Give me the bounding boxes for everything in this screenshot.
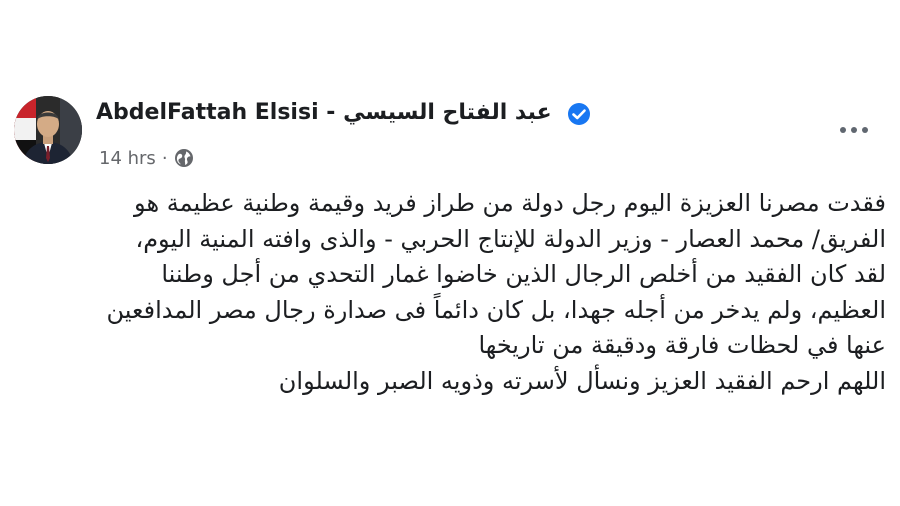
post-text-line: الفريق/ محمد العصار - وزير الدولة للإنتا…	[135, 224, 886, 253]
post-text-line: العظيم، ولم يدخر من أجله جهدا، بل كان دا…	[106, 295, 886, 324]
verified-badge-icon	[568, 103, 590, 125]
more-options-dot	[851, 127, 857, 133]
post-timestamp[interactable]: 14 hrs	[99, 148, 156, 169]
meta-separator: ·	[161, 147, 168, 169]
more-options-button[interactable]	[832, 118, 876, 142]
post-text-line: عنها في لحظات فارقة ودقيقة من تاريخها	[478, 331, 886, 359]
avatar-portrait-image	[14, 96, 82, 164]
post-text-line: فقدت مصرنا العزيزة اليوم رجل دولة من طرا…	[134, 189, 886, 217]
more-options-icon	[840, 127, 846, 133]
facebook-post: AbdelFattah Elsisi - عبد الفتاح السيسي 1…	[0, 0, 900, 506]
post-meta: 14 hrs ·	[99, 146, 194, 170]
post-text: فقدت مصرنا العزيزة اليوم رجل دولة من طرا…	[12, 186, 886, 399]
post-author-name[interactable]: AbdelFattah Elsisi - عبد الفتاح السيسي	[96, 100, 552, 125]
author-avatar[interactable]	[14, 96, 82, 164]
globe-icon[interactable]	[174, 148, 194, 168]
post-text-line: لقد كان الفقيد من أخلص الرجال الذين خاضو…	[161, 260, 886, 288]
post-text-line: اللهم ارحم الفقيد العزيز ونسأل لأسرته وذ…	[278, 366, 886, 395]
more-options-dot	[862, 127, 868, 133]
